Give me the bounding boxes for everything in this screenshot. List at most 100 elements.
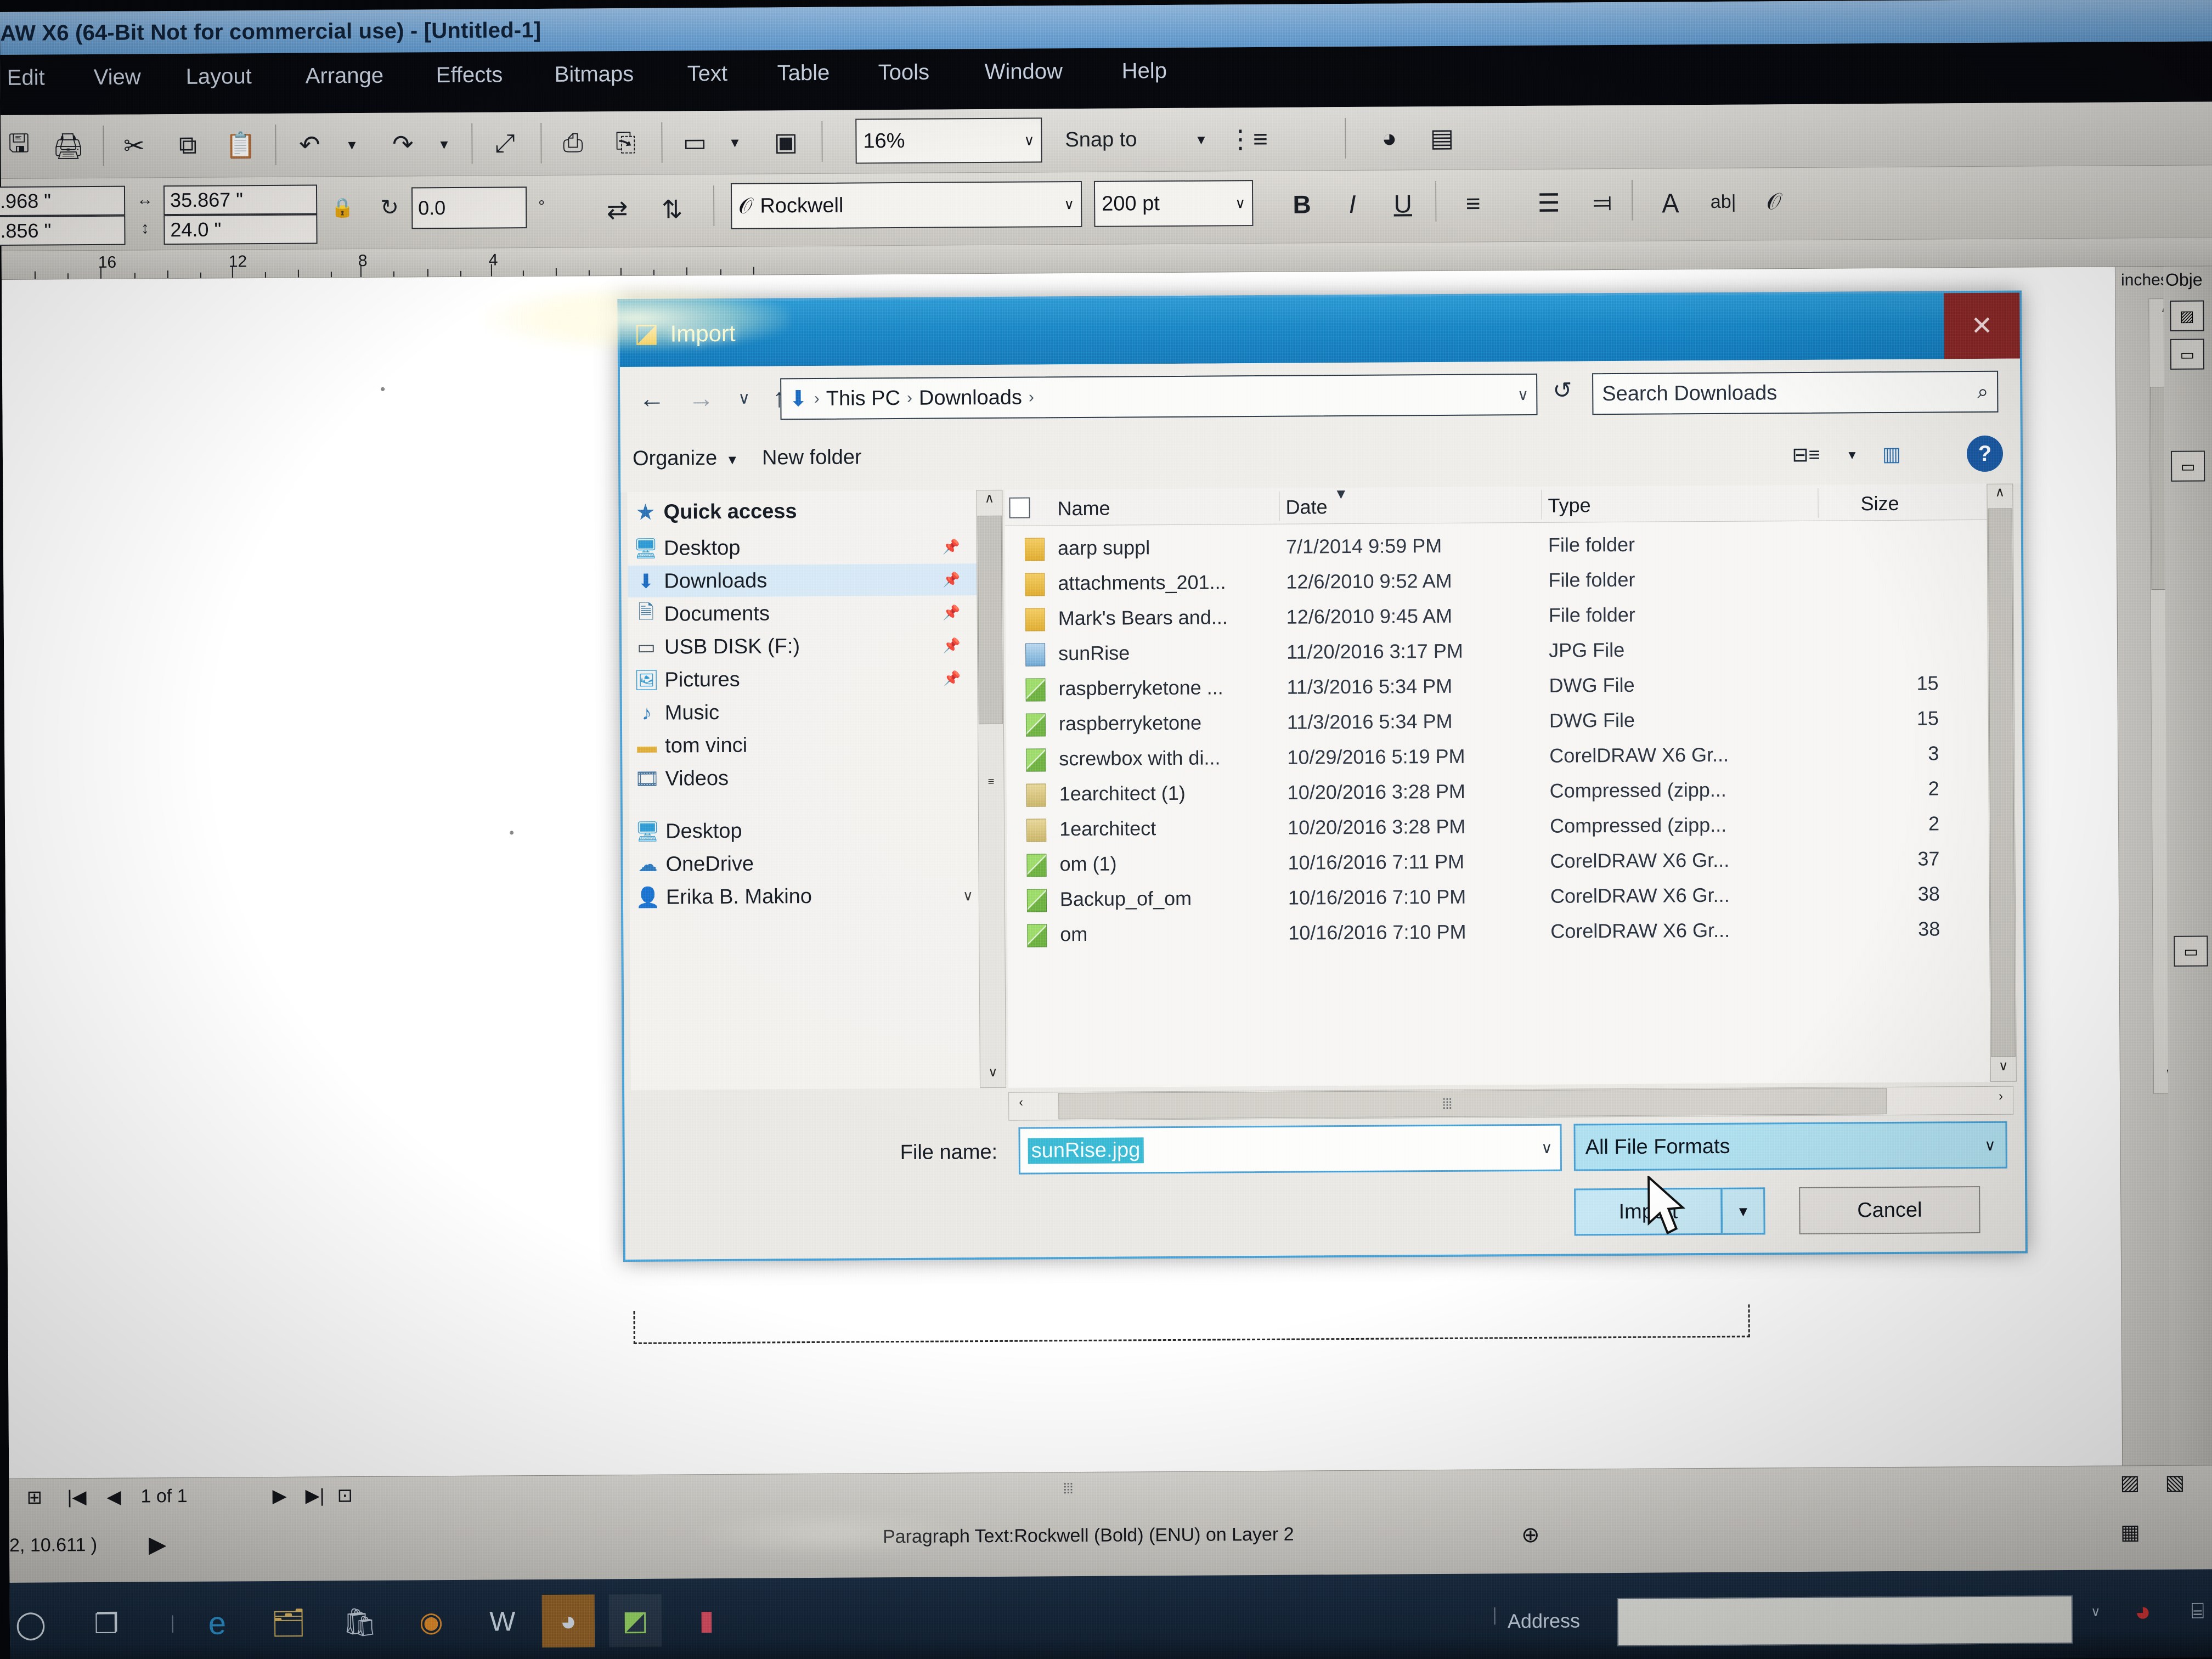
search-input[interactable]: Search Downloads ⌕ [1592,371,1998,415]
table-row[interactable]: raspberryketone ... 11/3/2016 5:34 PM DW… [1006,670,1988,705]
scrollbar-thumb[interactable] [1988,509,2016,1057]
redo-caret-icon[interactable]: ▾ [433,120,455,167]
navigation-pane-scrollbar[interactable]: ∧ ≡ ∨ [976,490,1006,1088]
column-header-size[interactable]: Size [1860,492,1899,515]
address-toolbar-input[interactable] [1617,1595,2073,1646]
object-x-field[interactable]: .968 " [0,186,125,216]
zoom-status-icon[interactable]: ⊕ [1521,1522,1540,1548]
character-format-icon[interactable]: Ａ [1647,178,1695,226]
application-launcher-icon[interactable]: ▭ [671,119,719,166]
pin-icon[interactable]: 📌 [943,538,961,555]
sidebar-item-usb-disk[interactable]: ▭ USB DISK (F:) 📌 [628,629,979,663]
select-all-checkbox[interactable] [1009,498,1030,518]
snap-to-caret-icon[interactable]: ▾ [1190,116,1212,163]
last-page-icon[interactable]: ▶| [305,1485,324,1506]
paste-icon[interactable]: 📋 [217,121,264,169]
chevron-down-icon[interactable]: ∨ [1984,1136,1996,1154]
scroll-right-arrow-icon[interactable]: › [1989,1089,2013,1104]
undo-icon[interactable]: ↶ [286,121,334,168]
cut-icon[interactable]: ✂ [110,122,158,170]
bullet-list-icon[interactable]: ☰ [1525,179,1573,227]
object-manager-icon[interactable]: ▭ [2170,338,2204,369]
color-settings-icon[interactable]: ◕ [1365,114,1413,162]
chevron-down-icon[interactable]: ∨ [1541,1138,1553,1156]
address-caret-icon[interactable]: ∨ [2084,1585,2108,1638]
usb-device-icon[interactable]: ⌸ [2171,1584,2212,1638]
breadcrumb[interactable]: ⬇ › This PC › Downloads › ∨ [780,374,1537,420]
pin-icon[interactable]: 📌 [943,670,961,687]
fill-swatch-icon[interactable]: ▨ [2120,1470,2140,1495]
next-page-icon[interactable]: ▶ [272,1485,286,1507]
new-document-icon[interactable]: 🖫 [0,123,43,171]
organize-button[interactable]: Organize ▾ [633,447,736,471]
adobe-icon[interactable]: ▮ [680,1594,733,1647]
chrome-icon[interactable]: ◕ [542,1594,595,1647]
file-list-scrollbar[interactable]: ∧ ∨ [1987,484,2017,1082]
menu-item-help[interactable]: Help [1120,55,1170,87]
column-header-type[interactable]: Type [1548,494,1590,517]
table-row[interactable]: om 10/16/2016 7:10 PM CorelDRAW X6 Gr...… [1007,916,1989,951]
table-row[interactable]: attachments_201... 12/6/2010 9:52 AM Fil… [1005,565,1987,600]
underline-icon[interactable]: U [1379,180,1427,228]
font-name-combo[interactable]: 𝒪 Rockwell ∨ [731,181,1082,229]
sidebar-item-pictures[interactable]: 🖼 Pictures 📌 [628,662,979,696]
text-options-icon[interactable]: 𝒪 [1750,178,1798,225]
scroll-up-arrow-icon[interactable]: ∧ [977,490,1002,514]
edge-browser-icon[interactable]: e [191,1596,244,1650]
publish-pdf-icon[interactable]: ⎘ [602,119,650,167]
import-icon[interactable]: ⤢ [481,120,529,167]
mirror-vertical-icon[interactable]: ⇅ [648,185,696,233]
lock-ratio-icon[interactable]: 🔒 [328,188,357,228]
breadcrumb-item-this-pc[interactable]: This PC [826,386,900,410]
table-row[interactable]: 1earchitect (1) 10/20/2016 3:28 PM Compr… [1007,776,1989,810]
view-layout-icon[interactable]: ⊟≡ [1786,437,1826,473]
export-icon[interactable]: ⎙ [549,119,597,167]
search-icon[interactable]: ⌕ [1977,380,1988,403]
file-list[interactable]: Name Date Type Size ▼ aarp suppl 7/1/201… [1005,484,1990,1088]
nav-group-quick-access[interactable]: ★ Quick access [627,494,978,528]
scroll-up-arrow-icon[interactable]: ∧ [1987,484,2012,507]
menu-item-tools[interactable]: Tools [876,57,932,89]
menu-item-edit[interactable]: Edit [5,62,47,93]
table-row[interactable]: raspberryketone 11/3/2016 5:34 PM DWG Fi… [1006,706,1988,740]
scroll-down-arrow-icon[interactable]: ∨ [980,1064,1006,1087]
coords-expander-icon[interactable]: ▶ [149,1531,167,1558]
pin-icon[interactable]: 📌 [943,604,961,621]
table-row[interactable]: Backup_of_om 10/16/2016 7:10 PM CorelDRA… [1007,881,1989,916]
object-height-field[interactable]: 24.0 " [163,214,317,245]
sidebar-item-music[interactable]: ♪ Music [629,695,980,729]
object-styles-icon[interactable]: ▭ [2171,450,2205,481]
bold-icon[interactable]: B [1278,180,1326,228]
close-icon[interactable]: ✕ [1944,293,2020,359]
outline-swatch-icon[interactable]: ▧ [2165,1470,2185,1495]
firefox-icon[interactable]: ◉ [405,1595,458,1649]
menu-item-effects[interactable]: Effects [434,59,505,91]
column-header-date[interactable]: Date [1285,495,1327,518]
scroll-left-arrow-icon[interactable]: ‹ [1009,1095,1033,1110]
table-row[interactable]: aarp suppl 7/1/2014 9:59 PM File folder [1005,530,1987,565]
new-folder-button[interactable]: New folder [762,445,862,470]
menu-item-layout[interactable]: Layout [184,61,254,93]
launcher-caret-icon[interactable]: ▾ [724,119,746,166]
zoom-level-combo[interactable]: 16% ∨ [855,117,1042,163]
breadcrumb-item-downloads[interactable]: Downloads [919,386,1022,410]
breadcrumb-dropdown-icon[interactable]: ∨ [1517,385,1529,403]
print-icon[interactable]: 🖨 [44,122,92,170]
menu-item-window[interactable]: Window [983,56,1065,88]
options-icon[interactable]: ▣ [762,118,810,166]
snap-options-icon[interactable]: ⋮≡ [1224,115,1272,163]
add-page-icon[interactable]: ⊡ [337,1485,353,1506]
sidebar-item-user-account[interactable]: 👤 Erika B. Makino ∨ [630,879,981,913]
import-dropdown-button[interactable]: ▾ [1722,1187,1765,1234]
chevron-down-icon[interactable]: ▾ [1832,436,1872,472]
object-layers-icon[interactable]: ▭ [2174,935,2208,966]
task-view-icon[interactable]: ❐ [80,1598,133,1651]
column-header-name[interactable]: Name [1057,497,1110,521]
file-explorer-icon[interactable]: 🗂 [262,1596,315,1650]
sidebar-item-desktop[interactable]: 🖥 Desktop 📌 [628,531,979,565]
sidebar-item-downloads[interactable]: ⬇ Downloads 📌 [628,563,979,597]
refresh-button[interactable]: ↺ [1553,377,1572,404]
object-y-field[interactable]: .856 " [0,216,126,246]
scrollbar-thumb[interactable] [1058,1088,1887,1119]
redo-icon[interactable]: ↷ [379,120,427,168]
